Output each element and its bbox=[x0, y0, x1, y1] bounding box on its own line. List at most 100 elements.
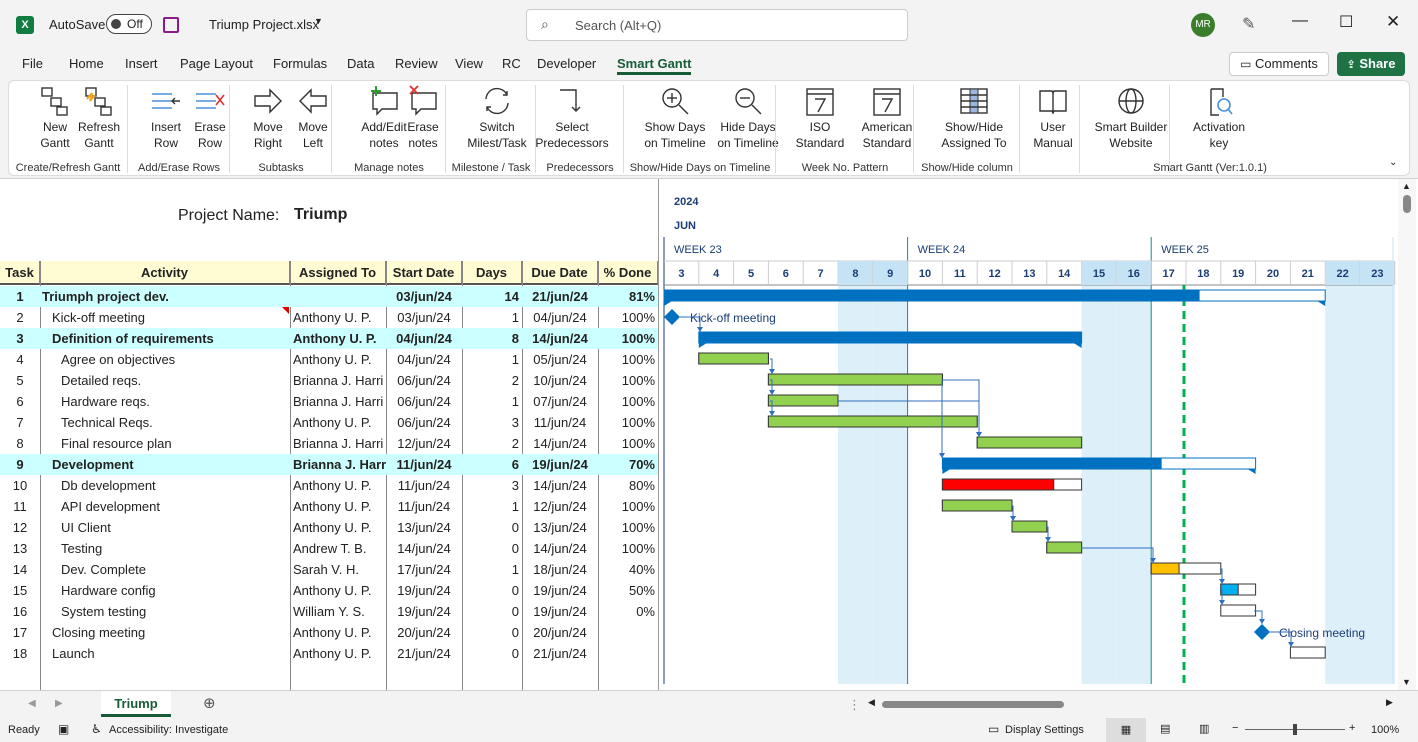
next-sheet-icon[interactable]: ▶ bbox=[55, 698, 63, 709]
comments-button[interactable]: ▭ Comments bbox=[1229, 52, 1329, 76]
ribbon-group-label: Subtasks bbox=[258, 162, 304, 174]
comment-icon: ▭ bbox=[1240, 57, 1252, 71]
ribbon-group-label: Predecessors bbox=[546, 162, 614, 174]
search-box[interactable]: ⌕ Search (Alt+Q) bbox=[526, 9, 908, 41]
minimize-icon[interactable]: — bbox=[1292, 12, 1308, 30]
ribbon-button-erase-row[interactable]: Erase Row bbox=[186, 85, 234, 151]
tab-insert[interactable]: Insert bbox=[125, 56, 158, 71]
tab-page-layout[interactable]: Page Layout bbox=[180, 56, 253, 71]
ribbon-button-american-standard[interactable]: American Standard bbox=[852, 85, 922, 151]
collapse-ribbon-icon[interactable]: ⌄ bbox=[1389, 157, 1397, 168]
summary-bar-cap bbox=[1247, 469, 1256, 474]
prev-sheet-icon[interactable]: ◀ bbox=[28, 698, 36, 709]
ribbon-separator bbox=[1169, 85, 1170, 173]
splitter-icon[interactable]: ⋮ bbox=[848, 697, 861, 713]
tab-developer[interactable]: Developer bbox=[537, 56, 596, 71]
tab-file[interactable]: File bbox=[22, 56, 43, 71]
tab-rc[interactable]: RC bbox=[502, 56, 521, 71]
tab-review[interactable]: Review bbox=[395, 56, 438, 71]
display-settings-icon[interactable]: ▭ bbox=[988, 722, 999, 736]
key-icon bbox=[1210, 88, 1233, 116]
tab-home[interactable]: Home bbox=[69, 56, 104, 71]
share-button[interactable]: ⇪ Share bbox=[1337, 52, 1405, 76]
ribbon-button-hide-days-on-timeline[interactable]: Hide Days on Timeline bbox=[706, 85, 790, 151]
tab-view[interactable]: View bbox=[455, 56, 483, 71]
page-break-view-icon[interactable]: ▥ bbox=[1199, 722, 1209, 735]
ribbon-button-label: Move bbox=[253, 120, 283, 134]
zoom-in-icon[interactable]: + bbox=[1349, 722, 1355, 734]
ribbon-button-show-days-on-timeline[interactable]: Show Days on Timeline bbox=[633, 85, 717, 151]
tab-formulas[interactable]: Formulas bbox=[273, 56, 327, 71]
weekend-column bbox=[1360, 261, 1395, 684]
task-bar-outline[interactable] bbox=[1289, 646, 1326, 659]
new-gantt-icon bbox=[41, 87, 68, 116]
summary-bar-cap bbox=[698, 343, 707, 348]
ribbon-button-switch-milest-task[interactable]: Switch Milest/Task bbox=[457, 85, 537, 151]
add-sheet-icon[interactable]: ⊕ bbox=[203, 694, 216, 712]
page-layout-view-icon[interactable]: ▤ bbox=[1160, 722, 1170, 735]
day-label: 12 bbox=[988, 268, 1000, 280]
ribbon-group-label: Milestone / Task bbox=[451, 162, 531, 174]
zoom-slider[interactable] bbox=[1245, 724, 1345, 735]
milestone-diamond[interactable] bbox=[664, 309, 680, 325]
zoom-level[interactable]: 100% bbox=[1371, 724, 1399, 736]
macro-icon[interactable]: ▣ bbox=[58, 722, 69, 736]
ribbon-button-label: Left bbox=[302, 136, 323, 150]
horizontal-scrollbar[interactable]: ◀ ▶ bbox=[866, 697, 1396, 711]
day-label: 5 bbox=[748, 268, 754, 280]
display-settings[interactable]: Display Settings bbox=[1005, 724, 1084, 736]
day-label: 3 bbox=[678, 268, 684, 280]
ribbon-button-show-hide-assigned-to[interactable]: Show/Hide Assigned To bbox=[931, 85, 1017, 151]
sheet-tab-triump[interactable]: Triump bbox=[101, 691, 171, 717]
task-bar-outline[interactable] bbox=[1220, 604, 1257, 617]
ribbon-button-new-gantt[interactable]: New Gantt bbox=[31, 85, 79, 151]
ribbon-button-insert-row[interactable]: Insert Row bbox=[142, 85, 190, 151]
day-label: 18 bbox=[1197, 268, 1209, 280]
autosave-toggle[interactable]: Off bbox=[106, 14, 152, 34]
weekend-column bbox=[838, 261, 873, 684]
milestone-label: Kick-off meeting bbox=[690, 311, 776, 325]
hscroll-thumb[interactable] bbox=[882, 701, 1064, 708]
tab-data[interactable]: Data bbox=[347, 56, 374, 71]
save-icon[interactable] bbox=[163, 17, 179, 33]
vertical-scrollbar[interactable]: ▲ ▼ bbox=[1398, 179, 1416, 691]
ribbon-button-user-manual[interactable]: User Manual bbox=[1027, 85, 1079, 151]
task-bar-progress bbox=[767, 415, 978, 428]
accessibility-status[interactable]: Accessibility: Investigate bbox=[109, 724, 228, 736]
scrollbar-thumb[interactable] bbox=[1403, 195, 1411, 213]
summary-bar-progress bbox=[698, 332, 1082, 343]
ribbon-button-activation-key[interactable]: Activation key bbox=[1179, 85, 1259, 151]
ribbon-separator bbox=[331, 85, 332, 173]
task-bar-progress bbox=[941, 499, 1013, 512]
dependency-arrow bbox=[1259, 619, 1265, 624]
ribbon-button-erase-notes[interactable]: Erase notes bbox=[399, 85, 447, 151]
erase-row-icon bbox=[196, 93, 225, 109]
ribbon-button-move-left[interactable]: Move Left bbox=[289, 85, 337, 151]
chevron-down-icon[interactable]: ▼ bbox=[314, 16, 323, 26]
ribbon-button-label: Move bbox=[298, 120, 328, 134]
dependency-arrow bbox=[1219, 579, 1225, 584]
ribbon-button-refresh-gantt[interactable]: Refresh Gantt bbox=[75, 85, 123, 151]
ribbon-button-move-right[interactable]: Move Right bbox=[244, 85, 292, 151]
ribbon-button-label: Standard bbox=[862, 136, 912, 150]
ribbon-separator bbox=[229, 85, 230, 173]
copilot-icon[interactable]: ✎ bbox=[1242, 14, 1255, 34]
normal-view-button[interactable]: ▦ bbox=[1106, 718, 1146, 742]
accessibility-icon[interactable]: ♿ bbox=[91, 722, 102, 736]
avatar[interactable]: MR bbox=[1191, 13, 1215, 37]
zoom-in-icon bbox=[662, 88, 689, 115]
ribbon-button-select-predecessors[interactable]: Select Predecessors bbox=[532, 85, 612, 151]
close-icon[interactable]: ✕ bbox=[1386, 12, 1400, 32]
day-label: 23 bbox=[1371, 268, 1383, 280]
weekend-column bbox=[872, 261, 908, 684]
arrow-right-icon bbox=[254, 88, 282, 114]
ribbon-button-iso-standard[interactable]: ISO Standard bbox=[791, 85, 849, 151]
share-label: Share bbox=[1359, 56, 1396, 71]
predecessor-icon bbox=[560, 89, 581, 112]
file-name[interactable]: Triump Project.xlsx bbox=[209, 17, 319, 32]
maximize-icon[interactable]: ☐ bbox=[1339, 12, 1353, 32]
day-label: 22 bbox=[1336, 268, 1348, 280]
zoom-out-icon[interactable]: − bbox=[1232, 722, 1238, 734]
day-label: 13 bbox=[1023, 268, 1035, 280]
tab-smart-gantt[interactable]: Smart Gantt bbox=[617, 56, 692, 75]
